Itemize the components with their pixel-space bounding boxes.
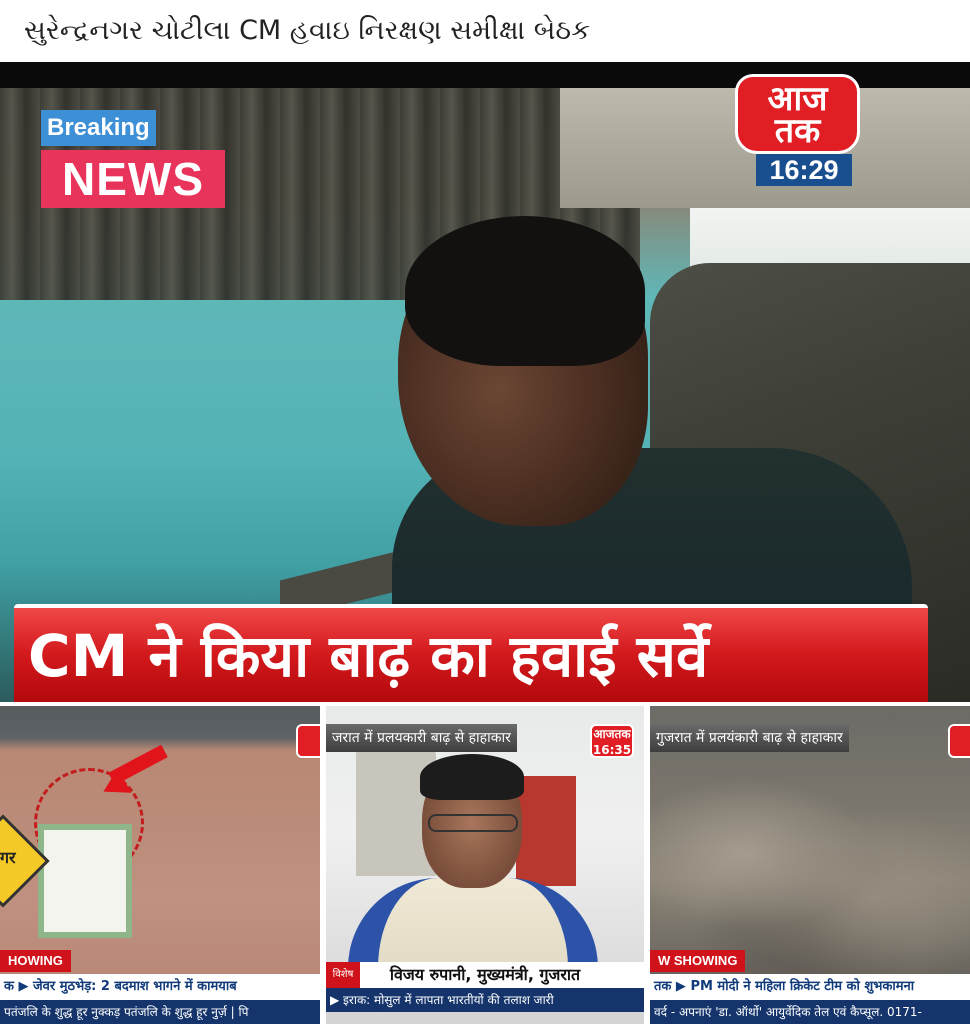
road-sign-text: गर [0,848,16,867]
main-video-frame[interactable]: Breaking NEWS आज तक 16:29 CM ने किया बाढ… [0,62,970,702]
thumbnail-channel-logo [296,724,320,758]
thumbnail-logo-line2: तक [614,727,631,741]
ground-marker [38,824,132,938]
headline-strip: CM ने किया बाढ़ का हवाई सर्वे [14,604,928,702]
ad-ticker: पतंजलि के शुद्ध हूर नुक्कड़ पतंजलि के शु… [0,1000,320,1024]
channel-logo: आज तक [735,74,860,154]
thumbnail-channel-logo: आजतक 16:35 [590,724,634,758]
top-ticker: जरात में प्रलयकारी बाढ़ से हाहाकार [326,724,517,752]
background-panel [516,776,576,886]
breaking-label: Breaking [41,110,156,146]
thumbnail-1[interactable]: गर HOWING क ▶ जेवर मुठभेड़: 2 बदमाश भागन… [0,706,320,1024]
showing-label: HOWING [0,950,71,972]
news-ticker: तक ▶ PM मोदी ने महिला क्रिकेट टीम को शुभ… [650,974,970,1000]
showing-label: W SHOWING [650,950,746,972]
breaking-news-badge: Breaking NEWS [41,110,226,210]
thumbnail-logo-line1: आज [593,727,615,741]
thumbnail-channel-logo [948,724,970,758]
ad-ticker: वर्द - अपनाएं 'डा. ऑर्थो' आयुर्वेदिक तेल… [650,1000,970,1024]
thumbnail-clock: 16:35 [592,743,632,757]
nameplate: विजय रुपानी, मुख्यमंत्री, गुजरात [326,962,644,988]
news-ticker: क ▶ जेवर मुठभेड़: 2 बदमाश भागने में कामय… [0,974,320,1000]
news-label: NEWS [41,150,225,208]
person-hair [405,216,645,366]
top-ticker: गुजरात में प्रलयंकारी बाढ़ से हाहाकार [650,724,849,752]
thumbnail-3[interactable]: गुजरात में प्रलयंकारी बाढ़ से हाहाकार W … [650,706,970,1024]
glasses [428,814,518,832]
channel-tag: विशेष [326,962,360,988]
person-hair [420,754,524,800]
thumbnail-2[interactable]: जरात में प्रलयकारी बाढ़ से हाहाकार आजतक … [326,706,644,1024]
post-caption: સુરેન્દ્રનગર ચોટીલા CM હવાઇ નિરક્ષણ સમીક… [0,0,970,62]
news-ticker: ▶ इराक: मोसुल में लापता भारतीयों की तलाश… [326,988,644,1012]
broadcast-clock: 16:29 [756,154,852,186]
channel-logo-line2: तक [774,111,821,151]
